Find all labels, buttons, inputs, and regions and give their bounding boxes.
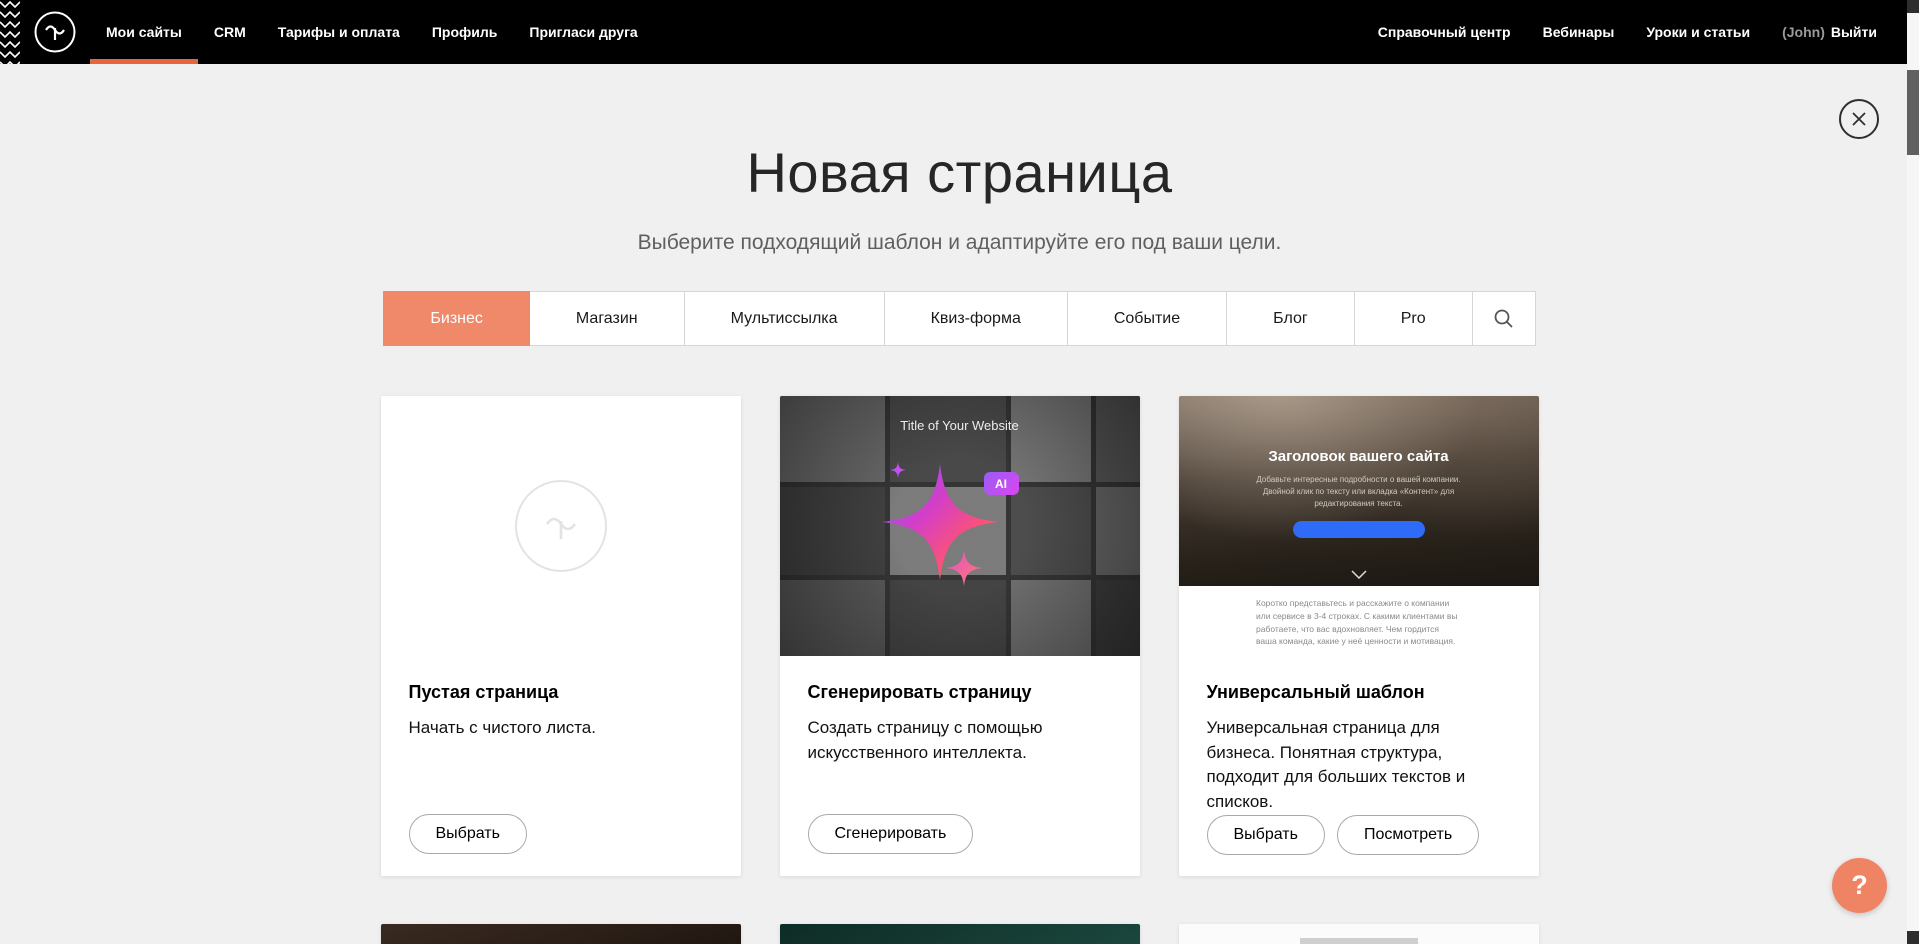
generate-button[interactable]: Сгенерировать [808, 814, 974, 854]
question-icon: ? [1851, 870, 1868, 901]
help-button[interactable]: ? [1832, 858, 1887, 913]
view-template-button[interactable]: Посмотреть [1337, 815, 1479, 855]
ai-sparkle-layer: AI [780, 396, 1140, 656]
select-blank-button[interactable]: Выбрать [409, 814, 527, 854]
scrollbar-thumb[interactable] [1907, 70, 1919, 155]
card-description: Начать с чистого листа. [409, 716, 713, 741]
category-tabs: Бизнес Магазин Мультиссылка Квиз-форма С… [383, 291, 1535, 346]
nav-item-profile[interactable]: Профиль [416, 0, 514, 64]
card-title: Универсальный шаблон [1207, 682, 1511, 703]
nav-item-webinars[interactable]: Вебинары [1527, 0, 1631, 64]
card-description: Универсальная страница для бизнеса. Поня… [1207, 716, 1511, 815]
preview-hero-image: Заголовок вашего сайта Добавьте интересн… [1179, 396, 1539, 586]
tab-quiz[interactable]: Квиз-форма [884, 291, 1068, 346]
preview-body-text: Коротко представьтесь и расскажите о ком… [1256, 597, 1461, 656]
nav-item-help-center[interactable]: Справочный центр [1362, 0, 1527, 64]
tab-store[interactable]: Магазин [529, 291, 685, 346]
template-preview-image [381, 924, 741, 944]
nav-item-invite-friend[interactable]: Пригласи друга [513, 0, 653, 64]
preview-hero-content: Заголовок вашего сайта Добавьте интересн… [1179, 396, 1539, 586]
tab-business[interactable]: Бизнес [383, 291, 530, 346]
tab-blog[interactable]: Блог [1226, 291, 1355, 346]
card-body: Сгенерировать страницу Создать страницу … [780, 656, 1140, 876]
tilda-logo-icon [34, 11, 76, 53]
template-card-partial[interactable] [1179, 924, 1539, 944]
nav-item-logout[interactable]: (John) Выйти [1766, 0, 1893, 64]
nav-item-my-sites[interactable]: Мои сайты [90, 0, 198, 64]
nav-item-billing[interactable]: Тарифы и оплата [262, 0, 416, 64]
preview-cta-button [1293, 521, 1425, 538]
card-universal-template: Заголовок вашего сайта Добавьте интересн… [1179, 396, 1539, 876]
close-button[interactable] [1839, 99, 1879, 139]
template-preview-image [780, 924, 1140, 944]
logout-label: Выйти [1831, 24, 1877, 40]
preview-title: Заголовок вашего сайта [1268, 448, 1448, 465]
card-actions: Выбрать Посмотреть [1207, 815, 1511, 855]
search-icon [1493, 308, 1514, 329]
template-card-partial[interactable] [381, 924, 741, 944]
preview-text-section: Коротко представьтесь и расскажите о ком… [1179, 586, 1539, 656]
template-chooser-screen: Мои сайты CRM Тарифы и оплата Профиль Пр… [0, 0, 1919, 944]
nav-item-crm[interactable]: CRM [198, 0, 262, 64]
tab-event[interactable]: Событие [1067, 291, 1227, 346]
card-description: Создать страницу с помощью искусственног… [808, 716, 1112, 765]
scrollbar-up-arrow[interactable] [1907, 0, 1919, 13]
ai-sparkle-small-icon [944, 548, 984, 588]
scrollbar-down-arrow[interactable] [1907, 931, 1919, 944]
user-name: (John) [1782, 24, 1825, 40]
card-actions: Сгенерировать [808, 814, 1112, 854]
ai-generate-preview: Title of Your Website [780, 396, 1140, 656]
tilda-watermark-icon [539, 504, 583, 548]
tilda-logo[interactable] [34, 0, 76, 64]
main-content: Новая страница Выберите подходящий шабло… [0, 0, 1919, 944]
select-template-button[interactable]: Выбрать [1207, 815, 1325, 855]
universal-template-preview: Заголовок вашего сайта Добавьте интересн… [1179, 396, 1539, 656]
card-body: Универсальный шаблон Универсальная стран… [1179, 656, 1539, 876]
ai-badge: AI [984, 472, 1019, 495]
page-subtitle: Выберите подходящий шаблон и адаптируйте… [0, 231, 1919, 255]
preview-text-placeholder [1300, 938, 1418, 944]
zigzag-pattern-icon [0, 0, 20, 64]
card-ai-generate: Title of Your Website [780, 396, 1140, 876]
template-card-partial[interactable] [780, 924, 1140, 944]
card-body: Пустая страница Начать с чистого листа. … [381, 656, 741, 876]
page-title: Новая страница [0, 140, 1919, 205]
template-preview-image [1179, 924, 1539, 944]
tab-pro[interactable]: Pro [1354, 291, 1473, 346]
card-title: Сгенерировать страницу [808, 682, 1112, 703]
navbar-right-menu: Справочный центр Вебинары Уроки и статьи… [1362, 0, 1907, 64]
tilda-watermark [515, 480, 607, 572]
blank-page-preview [381, 396, 741, 656]
top-navbar: Мои сайты CRM Тарифы и оплата Профиль Пр… [0, 0, 1907, 64]
nav-item-lessons[interactable]: Уроки и статьи [1630, 0, 1766, 64]
card-title: Пустая страница [409, 682, 713, 703]
navbar-left-menu: Мои сайты CRM Тарифы и оплата Профиль Пр… [90, 0, 654, 64]
card-blank-page: Пустая страница Начать с чистого листа. … [381, 396, 741, 876]
tab-multilink[interactable]: Мультиссылка [684, 291, 885, 346]
ai-sparkle-tiny-icon [889, 461, 907, 479]
card-actions: Выбрать [409, 814, 713, 854]
close-icon [1851, 111, 1867, 127]
preview-subtitle: Добавьте интересные подробности о вашей … [1241, 474, 1476, 510]
scrollbar [1907, 0, 1919, 944]
tab-search[interactable] [1472, 291, 1536, 346]
template-grid: Пустая страница Начать с чистого листа. … [381, 396, 1539, 944]
chevron-down-icon [1351, 570, 1367, 579]
